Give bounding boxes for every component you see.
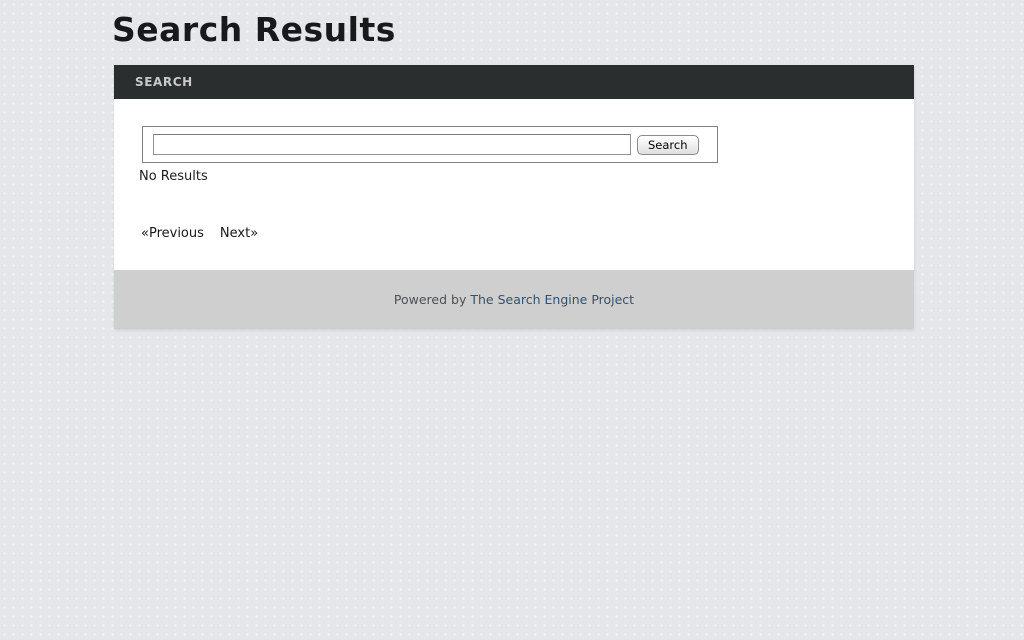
pagination: «Previous Next» — [141, 226, 258, 241]
search-panel-header-label: SEARCH — [135, 75, 193, 89]
search-panel-body: Search No Results «Previous Next» — [114, 99, 914, 270]
search-panel: SEARCH Search No Results «Previous Next»… — [114, 65, 914, 329]
search-input[interactable] — [153, 134, 631, 155]
pagination-previous-link[interactable]: «Previous — [141, 226, 204, 241]
search-button[interactable]: Search — [637, 135, 699, 155]
page: Search Results SEARCH Search No Results … — [0, 0, 1024, 640]
panel-footer: Powered by The Search Engine Project — [114, 270, 914, 329]
page-title: Search Results — [112, 10, 396, 49]
search-engine-project-link[interactable]: The Search Engine Project — [470, 292, 634, 307]
pagination-next-link[interactable]: Next» — [220, 226, 258, 241]
powered-by-text: Powered by — [394, 292, 466, 307]
no-results-message: No Results — [139, 169, 208, 184]
search-panel-header: SEARCH — [114, 65, 914, 99]
search-form: Search — [142, 126, 718, 163]
